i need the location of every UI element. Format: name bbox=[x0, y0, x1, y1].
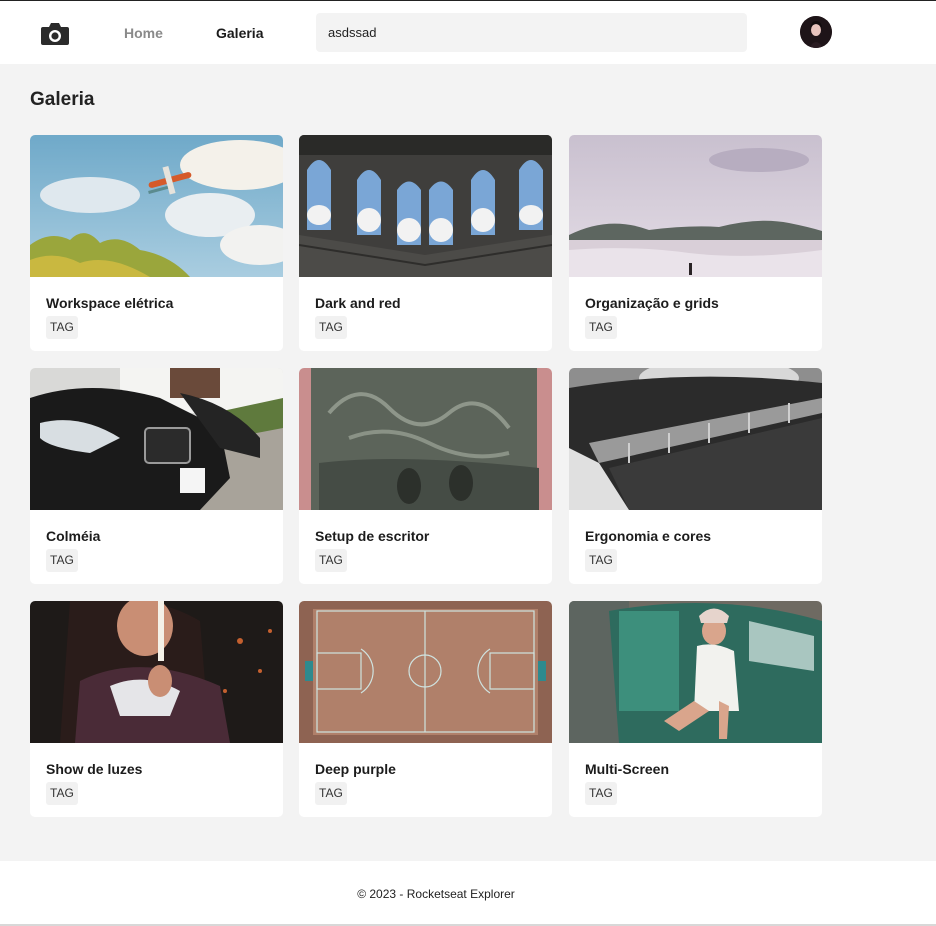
search-input[interactable] bbox=[316, 13, 747, 52]
gallery-card[interactable]: Ergonomia e cores TAG bbox=[569, 368, 822, 584]
page-title: Galeria bbox=[30, 89, 95, 110]
gallery-card[interactable]: Show de luzes TAG bbox=[30, 601, 283, 817]
card-tag: TAG bbox=[585, 782, 617, 805]
card-tag: TAG bbox=[46, 316, 78, 339]
gallery-card[interactable]: Deep purple TAG bbox=[299, 601, 552, 817]
vintage-car-woman-photo bbox=[569, 601, 822, 743]
top-navbar: Home Galeria bbox=[0, 1, 936, 64]
card-tag: TAG bbox=[46, 782, 78, 805]
arched-windows-photo bbox=[299, 135, 552, 277]
signature-slab-photo bbox=[299, 368, 552, 510]
card-title: Show de luzes bbox=[46, 761, 143, 777]
card-tag: TAG bbox=[315, 316, 347, 339]
card-tag: TAG bbox=[585, 549, 617, 572]
misty-beach-photo bbox=[569, 135, 822, 277]
gallery-card[interactable]: Setup de escritor TAG bbox=[299, 368, 552, 584]
user-avatar[interactable] bbox=[800, 16, 832, 48]
card-tag: TAG bbox=[315, 549, 347, 572]
gallery-card[interactable]: Organização e grids TAG bbox=[569, 135, 822, 351]
gallery-card[interactable]: Workspace elétrica TAG bbox=[30, 135, 283, 351]
nav-link-home[interactable]: Home bbox=[124, 25, 163, 41]
gallery-grid: Workspace elétrica TAG Dark and red TAG … bbox=[30, 135, 822, 817]
card-title: Setup de escritor bbox=[315, 528, 430, 544]
camera-icon[interactable] bbox=[40, 21, 70, 47]
card-tag: TAG bbox=[585, 316, 617, 339]
seaplane-sky-photo bbox=[30, 135, 283, 277]
gallery-card[interactable]: Colméia TAG bbox=[30, 368, 283, 584]
card-tag: TAG bbox=[46, 549, 78, 572]
card-title: Multi-Screen bbox=[585, 761, 670, 777]
candle-woman-photo bbox=[30, 601, 283, 743]
basketball-court-photo bbox=[299, 601, 552, 743]
modern-building-photo bbox=[569, 368, 822, 510]
page-footer: © 2023 - Rocketseat Explorer bbox=[0, 861, 936, 924]
gallery-card[interactable]: Dark and red TAG bbox=[299, 135, 552, 351]
card-title: Ergonomia e cores bbox=[585, 528, 712, 544]
card-title: Organização e grids bbox=[585, 295, 719, 311]
footer-copyright: © 2023 - Rocketseat Explorer bbox=[357, 887, 515, 901]
card-title: Colméia bbox=[46, 528, 101, 544]
card-title: Workspace elétrica bbox=[46, 295, 174, 311]
card-title: Dark and red bbox=[315, 295, 401, 311]
card-tag: TAG bbox=[315, 782, 347, 805]
parked-cars-photo bbox=[30, 368, 283, 510]
card-title: Deep purple bbox=[315, 761, 396, 777]
gallery-card[interactable]: Multi-Screen TAG bbox=[569, 601, 822, 817]
nav-link-galeria[interactable]: Galeria bbox=[216, 25, 263, 41]
